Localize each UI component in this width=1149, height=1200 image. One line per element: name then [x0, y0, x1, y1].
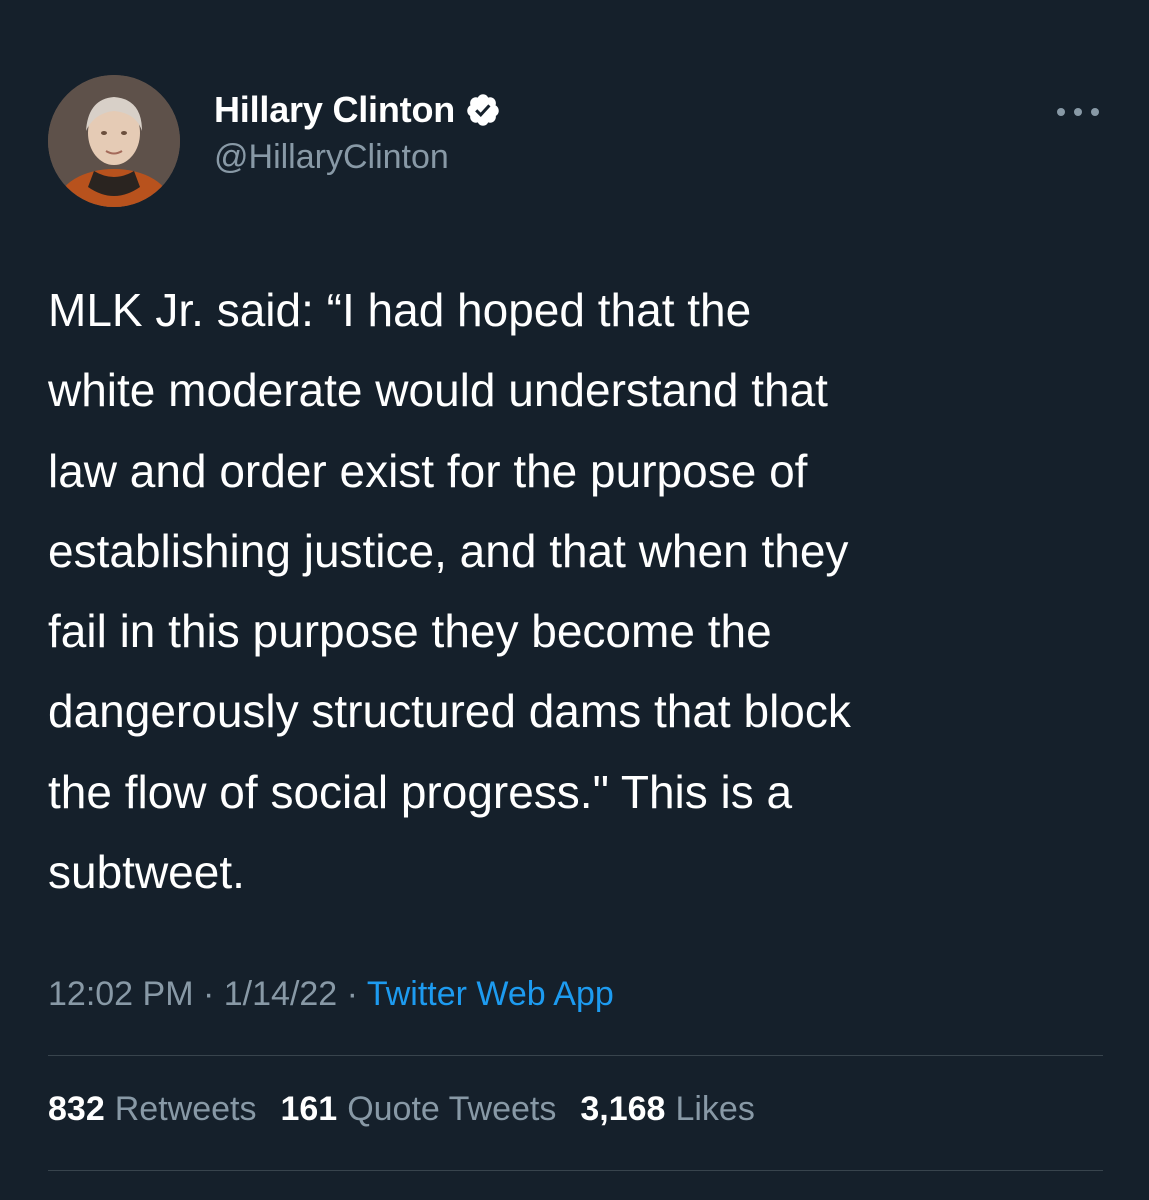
tweet-source-link[interactable]: Twitter Web App	[367, 975, 614, 1013]
more-dot	[1091, 108, 1099, 116]
tweet-date[interactable]: 1/14/22	[224, 975, 337, 1013]
retweets-label: Retweets	[114, 1090, 257, 1128]
quote-tweets-stat[interactable]: 161 Quote Tweets	[280, 1090, 556, 1129]
author-name-row: Hillary Clinton	[214, 88, 501, 132]
author-display-name[interactable]: Hillary Clinton	[214, 89, 455, 131]
avatar-portrait-icon	[48, 75, 180, 207]
quote-tweets-count: 161	[280, 1090, 338, 1128]
likes-count: 3,168	[580, 1090, 666, 1128]
likes-label: Likes	[675, 1090, 755, 1128]
divider	[48, 1055, 1103, 1056]
author-handle[interactable]: @HillaryClinton	[214, 138, 501, 177]
quote-tweets-label: Quote Tweets	[347, 1090, 557, 1128]
divider	[48, 1170, 1103, 1171]
verified-badge-icon	[465, 92, 501, 128]
tweet-meta: 12:02 PM · 1/14/22 · Twitter Web App	[48, 975, 614, 1014]
author-info: Hillary Clinton @HillaryClinton	[214, 88, 501, 177]
meta-separator: ·	[346, 975, 358, 1013]
tweet-text: MLK Jr. said: “I had hoped that the whit…	[48, 284, 851, 899]
retweets-count: 832	[48, 1090, 105, 1128]
likes-stat[interactable]: 3,168 Likes	[580, 1090, 754, 1129]
more-options-icon[interactable]	[1057, 100, 1099, 124]
author-avatar[interactable]	[48, 75, 180, 207]
more-dot	[1074, 108, 1082, 116]
tweet-card: Hillary Clinton @HillaryClinton MLK Jr. …	[0, 0, 1149, 1200]
tweet-time[interactable]: 12:02 PM	[48, 975, 194, 1013]
tweet-stats: 832 Retweets 161 Quote Tweets 3,168 Likes	[48, 1090, 779, 1129]
retweets-stat[interactable]: 832 Retweets	[48, 1090, 256, 1129]
meta-separator: ·	[202, 975, 215, 1013]
more-dot	[1057, 108, 1065, 116]
